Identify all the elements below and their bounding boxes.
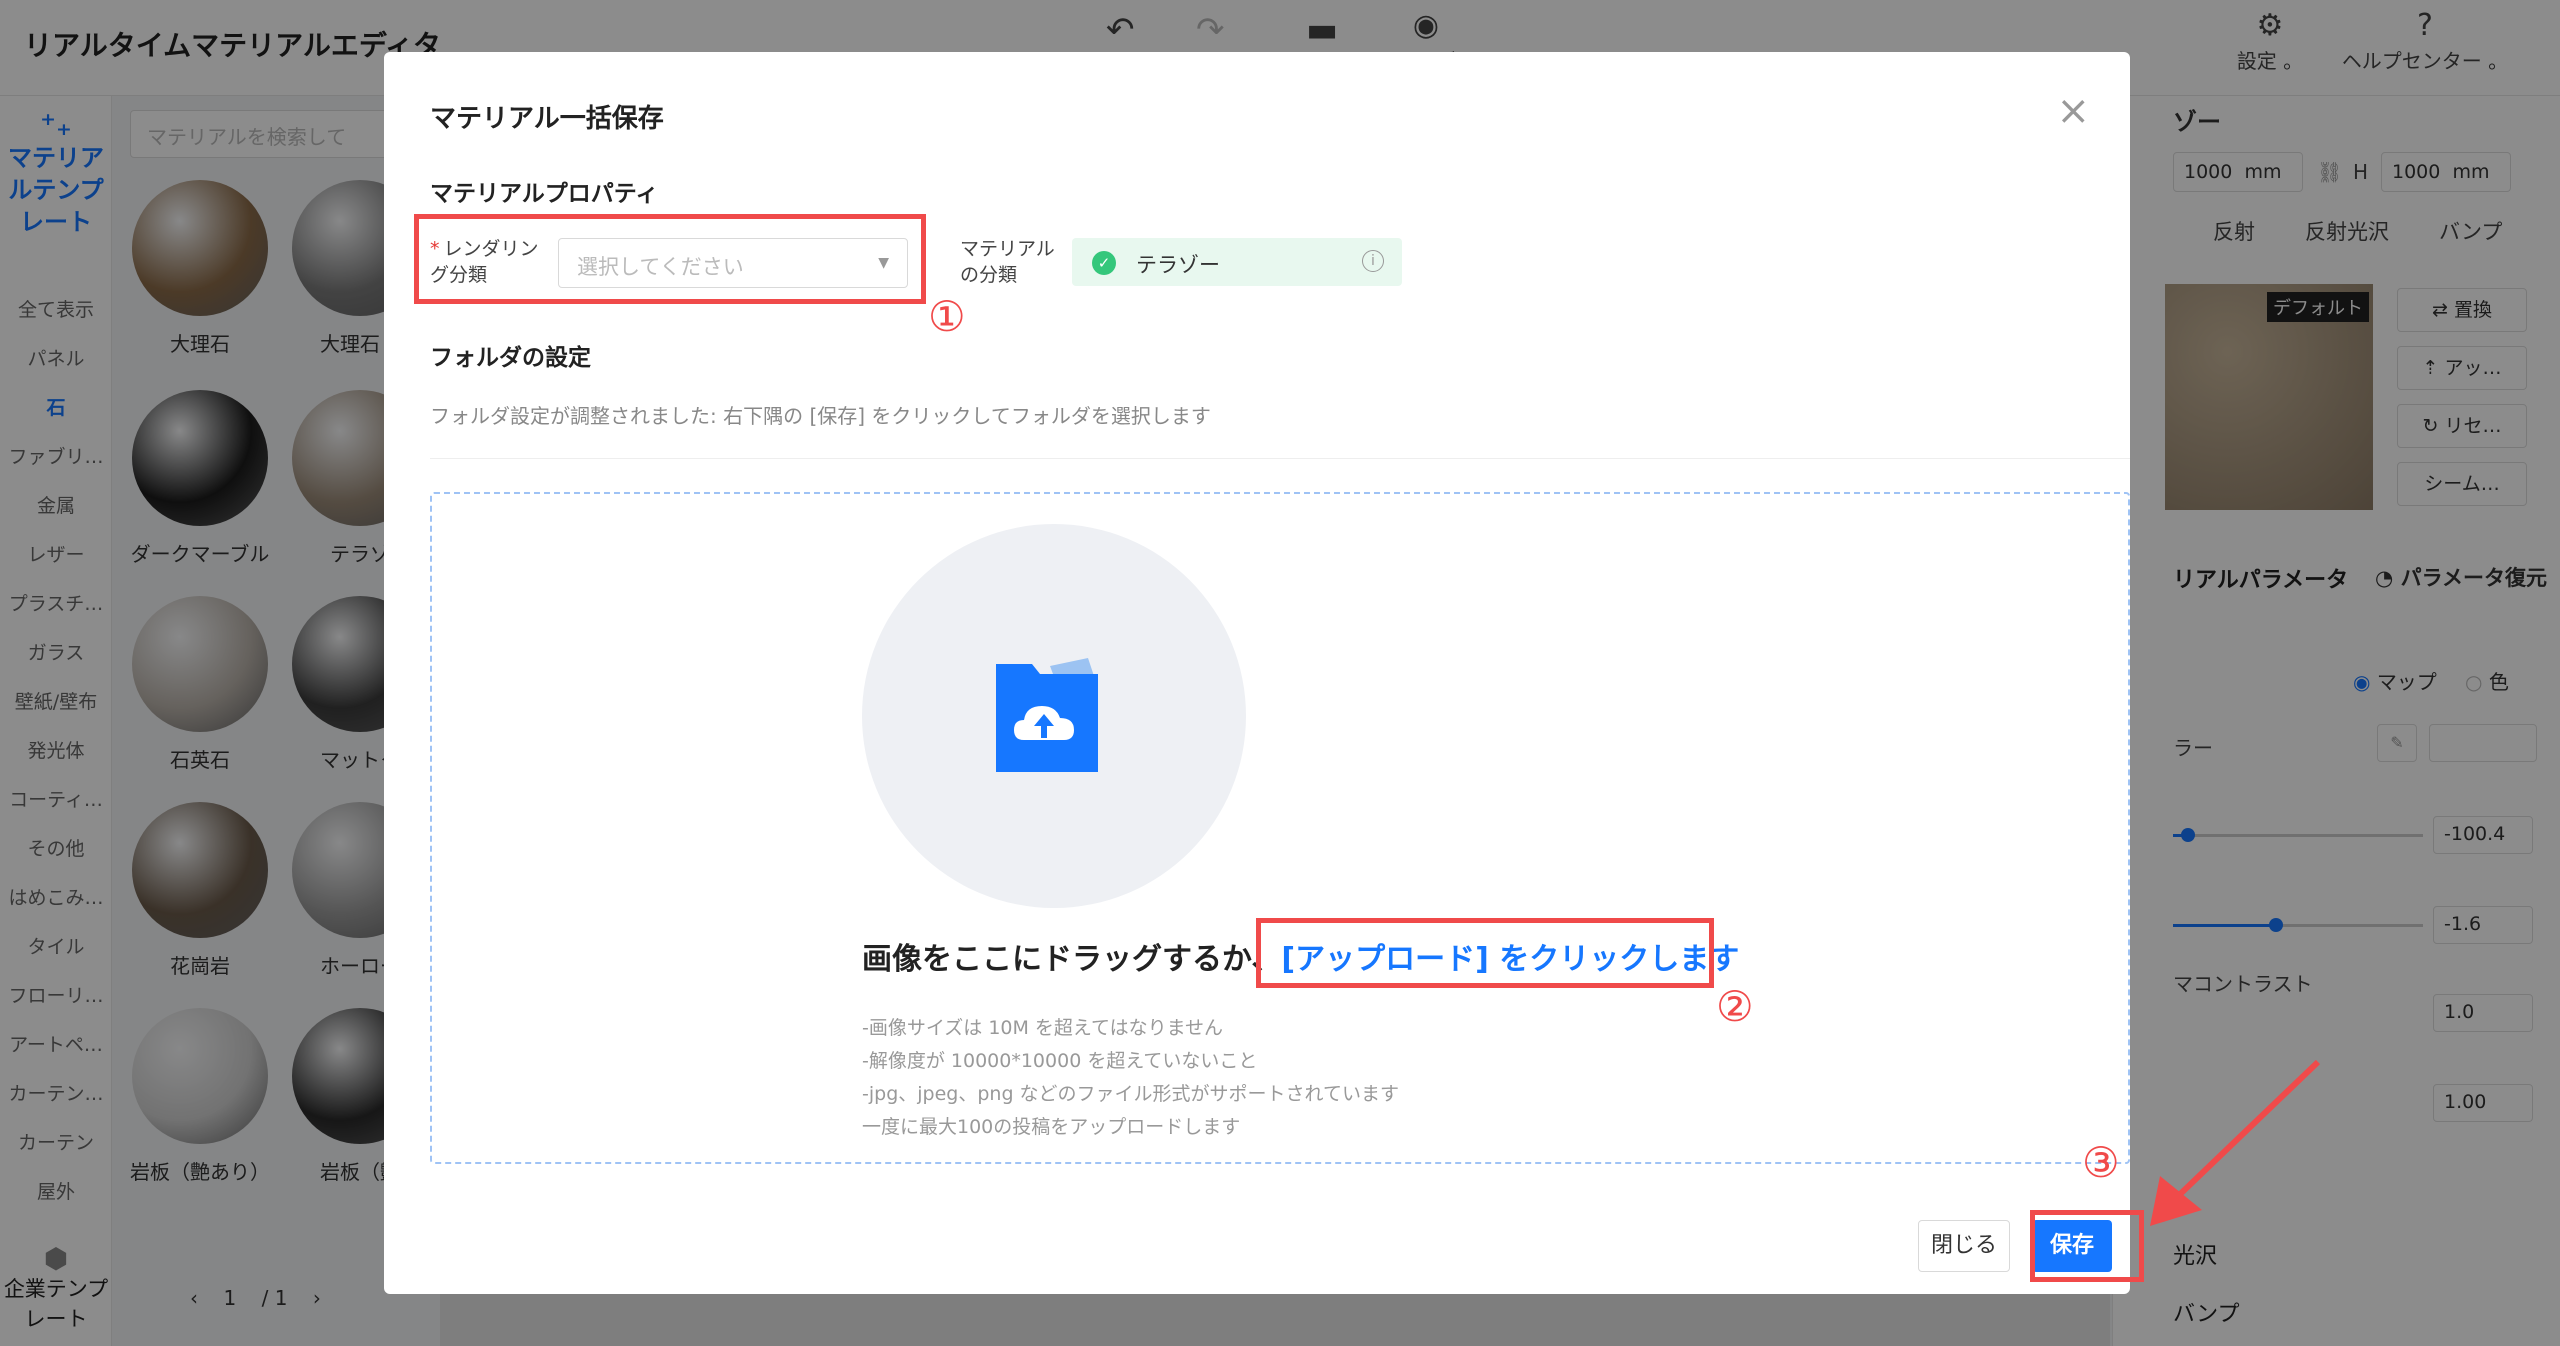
material-category-value: テラゾー (1136, 253, 1220, 277)
upload-rule: 一度に最大100の投稿をアップロードします (862, 1116, 1241, 1138)
annotation-arrow-icon (2150, 1059, 2321, 1226)
material-category-label: マテリアルの分類 (960, 238, 1055, 286)
upload-illustration (862, 524, 1246, 908)
check-icon: ✓ (1092, 251, 1116, 275)
cloud-upload-folder-icon (996, 658, 1098, 772)
annotation-marker-2: ② (1716, 982, 1754, 1031)
drop-text: 画像をここにドラッグするか、 (862, 942, 1282, 977)
info-icon[interactable]: i (1362, 250, 1384, 272)
upload-rule: -解像度が 10000*10000 を超えていないこと (862, 1050, 1258, 1072)
close-button[interactable]: 閉じる (1918, 1220, 2010, 1272)
annotation-marker-3: ③ (2082, 1138, 2120, 1187)
properties-title: マテリアルプロパティ (430, 181, 659, 207)
material-category-tag: ✓ テラゾー i (1072, 238, 1402, 286)
folder-settings-title: フォルダの設定 (430, 345, 591, 371)
annotation-marker-1: ① (928, 292, 966, 341)
upload-dropzone[interactable]: 画像をここにドラッグするか、[アップロード] をクリックします -画像サイズは … (430, 492, 2130, 1164)
annotation-box-3 (2030, 1210, 2144, 1282)
upload-rules: -画像サイズは 10M を超えてはなりません -解像度が 10000*10000 … (862, 1012, 1399, 1144)
folder-hint: フォルダ設定が調整されました: 右下隅の [保存] をクリックしてフォルダを選択… (430, 404, 1211, 428)
upload-rule: -jpg、jpeg、png などのファイル形式がサポートされています (862, 1083, 1399, 1105)
divider (430, 458, 2130, 459)
dialog-title: マテリアル一括保存 (430, 104, 664, 134)
annotation-box-1 (414, 214, 926, 304)
annotation-box-2 (1256, 918, 1714, 988)
upload-rule: -画像サイズは 10M を超えてはなりません (862, 1017, 1224, 1039)
close-icon[interactable]: × (2056, 88, 2090, 134)
